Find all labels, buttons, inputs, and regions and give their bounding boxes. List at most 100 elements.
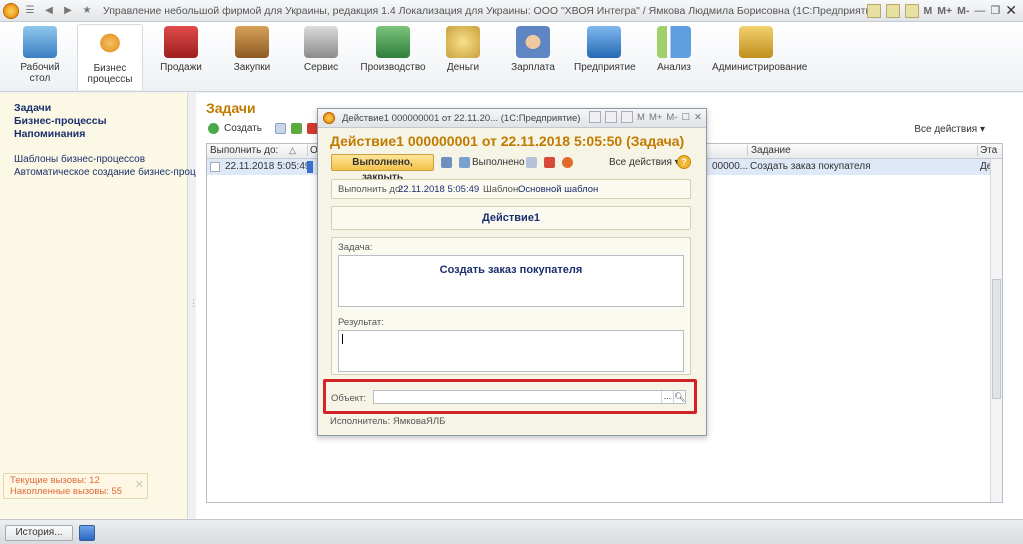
section-service[interactable]: Сервис xyxy=(295,24,347,90)
select-dots-button[interactable]: ... xyxy=(661,391,673,403)
done-icon[interactable] xyxy=(459,157,470,168)
desktop-icon xyxy=(23,26,57,58)
section-analysis[interactable]: Анализ xyxy=(648,24,700,90)
nav-tasks[interactable]: Задачи xyxy=(14,102,51,114)
section-desktop[interactable]: Рабочий стол xyxy=(14,24,66,90)
list-toolbar: Создать xyxy=(208,123,319,134)
boxes-icon xyxy=(235,26,269,58)
employee-icon xyxy=(516,26,550,58)
scroll-thumb[interactable] xyxy=(992,279,1001,399)
section-sales[interactable]: Продажи xyxy=(155,24,207,90)
add-icon xyxy=(208,123,219,134)
back-icon[interactable]: ◀ xyxy=(41,3,57,19)
forward-icon[interactable]: ▶ xyxy=(60,3,76,19)
object-input[interactable]: ... 🔍︎ xyxy=(373,390,686,404)
template-label: Шаблон: xyxy=(483,184,521,195)
template-value[interactable]: Основной шаблон xyxy=(518,184,598,195)
performance-calls-info: Текущие вызовы: 12 Накопленные вызовы: 5… xyxy=(3,473,148,499)
minimize-button[interactable]: — xyxy=(974,5,985,17)
settings-icon[interactable] xyxy=(562,157,573,168)
section-salary[interactable]: Зарплата xyxy=(507,24,559,90)
object-label: Объект: xyxy=(331,393,366,404)
create-button[interactable]: Создать xyxy=(224,123,262,134)
row-due: 22.11.2018 5:05:49 xyxy=(225,161,311,172)
done-close-button[interactable]: Выполнено, закрыть xyxy=(331,154,434,183)
due-label: Выполнить до: xyxy=(338,184,403,195)
text-cursor xyxy=(342,334,343,344)
factory-icon xyxy=(376,26,410,58)
section-administration[interactable]: Администрирование xyxy=(712,24,807,90)
section-purchases[interactable]: Закупки xyxy=(226,24,278,90)
help-icon[interactable]: ? xyxy=(677,155,691,169)
current-calls: Текущие вызовы: 12 xyxy=(10,475,100,486)
memory-button[interactable]: M xyxy=(924,5,933,17)
section-production[interactable]: Производство xyxy=(360,24,426,90)
nav-auto-create-processes[interactable]: Автоматическое создание бизнес-процес... xyxy=(14,167,214,178)
restore-button[interactable]: ❐ xyxy=(990,4,1000,17)
chart-icon xyxy=(657,26,691,58)
sort-icon: △ xyxy=(289,145,296,155)
result-textarea[interactable] xyxy=(338,330,684,372)
nav-process-templates[interactable]: Шаблоны бизнес-процессов xyxy=(14,154,145,165)
title-bar: ☰ ◀ ▶ ★ Управление небольшой фирмой для … xyxy=(0,0,1023,22)
calendar-icon[interactable] xyxy=(605,111,618,123)
memory-plus-button[interactable]: M+ xyxy=(937,5,952,17)
nav-reminders[interactable]: Напоминания xyxy=(14,128,85,140)
executor-label: Исполнитель: ЯмковаЯЛБ xyxy=(330,416,446,427)
copy-icon[interactable] xyxy=(526,157,537,168)
page-title: Задачи xyxy=(206,100,256,116)
section-enterprise[interactable]: Предприятие xyxy=(574,24,636,90)
dialog-maximize-button[interactable]: ☐ xyxy=(682,112,691,123)
save-icon[interactable] xyxy=(441,157,452,168)
row-task: Создать заказ покупателя xyxy=(750,161,871,172)
done-button[interactable]: Выполнено xyxy=(472,157,525,168)
splitter-grip-icon[interactable]: ⋮ xyxy=(189,298,198,312)
close-button[interactable]: ✕ xyxy=(1005,2,1017,19)
vertical-scrollbar[interactable] xyxy=(990,159,1002,502)
due-value[interactable]: 22.11.2018 5:05:49 xyxy=(398,184,479,195)
search-icon[interactable]: 🔍︎ xyxy=(673,391,685,403)
row-selection-marker xyxy=(307,161,313,173)
memory-button[interactable]: M xyxy=(637,112,645,123)
calculator-icon[interactable] xyxy=(866,3,881,18)
dialog-title-bar: Действие1 000000001 от 22.11.20... (1С:П… xyxy=(318,109,706,128)
action-title-box: Действие1 xyxy=(331,206,691,230)
column-due[interactable]: Выполнить до: xyxy=(210,145,278,156)
edit-icon[interactable] xyxy=(291,123,303,134)
task-textarea[interactable]: Создать заказ покупателя xyxy=(338,255,684,307)
cart-icon xyxy=(164,26,198,58)
all-actions-menu[interactable]: Все действия ▾ xyxy=(914,124,985,135)
favorites-star-icon[interactable]: ★ xyxy=(79,3,95,19)
dialog-close-button[interactable]: ✕ xyxy=(694,112,702,123)
menu-icon[interactable]: ☰ xyxy=(22,3,38,19)
nav-business-processes[interactable]: Бизнес-процессы xyxy=(14,115,107,127)
memory-minus-button[interactable]: M- xyxy=(666,112,677,123)
column-task[interactable]: Задание xyxy=(747,145,791,156)
calculator-icon[interactable] xyxy=(589,111,602,123)
calendar-icon[interactable] xyxy=(885,3,900,18)
column-stage[interactable]: Эта xyxy=(977,145,997,156)
section-business-processes[interactable]: Бизнес процессы xyxy=(77,24,143,90)
coins-icon xyxy=(446,26,480,58)
building-icon xyxy=(587,26,621,58)
memory-plus-button[interactable]: M+ xyxy=(649,112,662,123)
close-icon[interactable]: ✕ xyxy=(135,480,144,491)
dialog-all-actions-menu[interactable]: Все действия ▾ xyxy=(609,157,680,168)
notes-icon[interactable] xyxy=(904,3,919,18)
dialog-logo-icon xyxy=(323,112,335,124)
database-icon xyxy=(739,26,773,58)
row-basis: 00000... xyxy=(712,161,749,172)
task-icon xyxy=(210,162,220,172)
app-logo-icon[interactable] xyxy=(3,2,19,19)
history-button[interactable]: История... xyxy=(5,525,73,541)
navigation-panel: Задачи Бизнес-процессы Напоминания Шабло… xyxy=(0,93,214,519)
memory-minus-button[interactable]: M- xyxy=(957,5,969,17)
open-window-icon[interactable] xyxy=(79,525,95,541)
redirect-icon[interactable] xyxy=(544,157,555,168)
dialog-window-title: Действие1 000000001 от 22.11.20... (1С:П… xyxy=(342,113,581,124)
task-dialog: Действие1 000000001 от 22.11.20... (1С:П… xyxy=(317,108,707,436)
section-money[interactable]: Деньги xyxy=(437,24,489,90)
notes-icon[interactable] xyxy=(621,111,634,123)
copy-icon[interactable] xyxy=(275,123,287,134)
sections-panel: Рабочий стол Бизнес процессы Продажи Зак… xyxy=(0,22,1023,92)
